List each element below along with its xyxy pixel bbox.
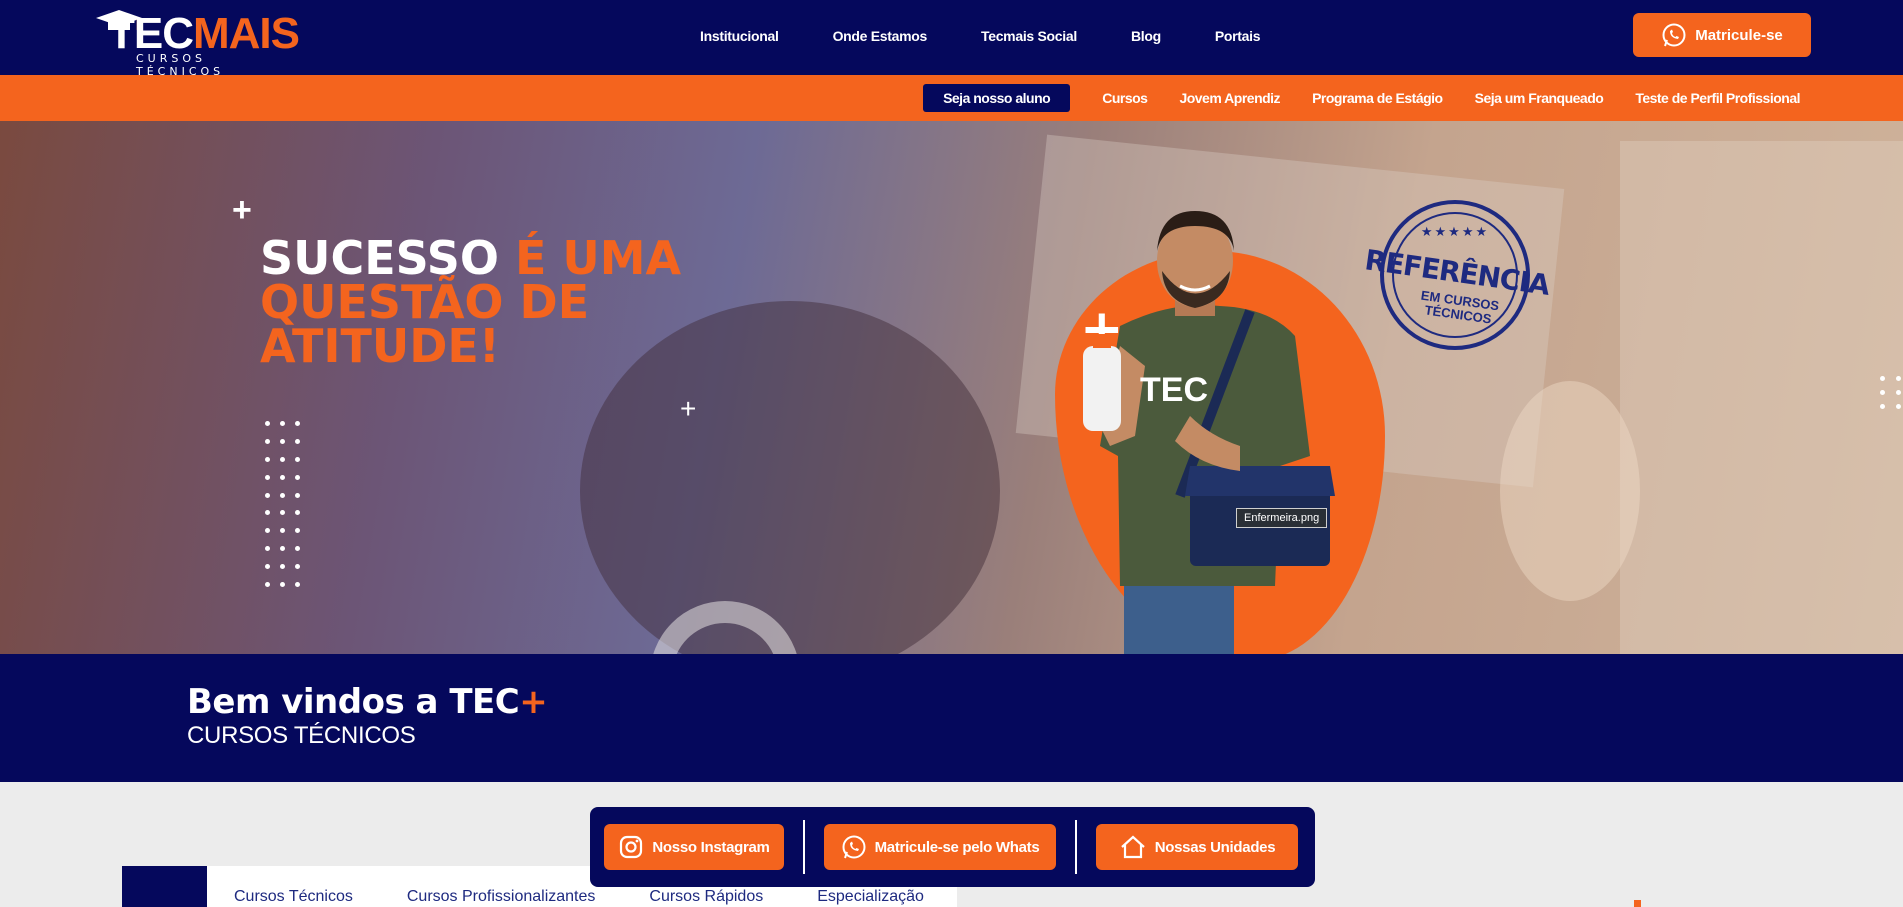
dots-decoration-right [1880, 376, 1902, 409]
nav-institucional[interactable]: Institucional [700, 28, 779, 44]
shirt-logo-text: TEC [1140, 371, 1208, 409]
course-tabs: Cursos Técnicos Cursos Profissionalizant… [234, 888, 978, 906]
seal-stars-icon: ★★★★★ [1420, 224, 1490, 239]
unidades-label: Nossas Unidades [1154, 838, 1276, 856]
subnav-programa-estagio[interactable]: Programa de Estágio [1312, 90, 1443, 106]
logo-wordmark: TECMAIS [108, 9, 300, 58]
hero-headline: SUCESSO É UMA QUESTÃO DE ATITUDE! [260, 235, 681, 373]
subnav-seja-nosso-aluno[interactable]: Seja nosso aluno [923, 84, 1071, 112]
welcome-title-plus: + [519, 682, 548, 722]
student-photo[interactable]: + TEC [1080, 196, 1360, 654]
tab-especializacao[interactable]: Especialização [817, 888, 924, 906]
whatsapp-icon [842, 835, 866, 859]
subnav-cursos[interactable]: Cursos [1102, 90, 1148, 106]
welcome-title: Bem vindos a TEC+ [187, 682, 548, 722]
subnav-seja-franqueado[interactable]: Seja um Franqueado [1475, 90, 1604, 106]
main-nav: Institucional Onde Estamos Tecmais Socia… [700, 28, 1314, 44]
plus-decoration-icon: + [680, 393, 697, 424]
instagram-label: Nosso Instagram [652, 838, 770, 856]
headline-orange-2: QUESTÃO DE [260, 275, 590, 329]
tecmais-logo[interactable]: TECMAIS CURSOS TÉCNICOS [94, 8, 300, 78]
hero-background-panel [1620, 141, 1903, 654]
instagram-icon [620, 835, 643, 859]
instagram-button[interactable]: Nosso Instagram [604, 824, 784, 870]
headline-orange-3: ATITUDE! [260, 319, 500, 373]
logo-tec: TEC [108, 9, 194, 58]
referencia-seal: ★★★★★ REFERÊNCIA EM CURSOS TÉCNICOS [1363, 200, 1551, 350]
tab-cursos-tecnicos[interactable]: Cursos Técnicos [234, 888, 353, 906]
welcome-section: Bem vindos a TEC+ CURSOS TÉCNICOS [0, 654, 1903, 782]
top-header: TECMAIS CURSOS TÉCNICOS Institucional On… [0, 0, 1903, 78]
subnav-jovem-aprendiz[interactable]: Jovem Aprendiz [1179, 90, 1280, 106]
hero-banner: + + SUCESSO É UMA QUESTÃO DE ATITUDE! + [0, 121, 1903, 654]
orange-corner-decoration [1634, 900, 1641, 907]
tab-cursos-profissionalizantes[interactable]: Cursos Profissionalizantes [407, 888, 596, 906]
tab-cursos-rapidos[interactable]: Cursos Rápidos [649, 888, 763, 906]
action-divider [1075, 820, 1077, 874]
unidades-button[interactable]: Nossas Unidades [1096, 824, 1298, 870]
nav-portais[interactable]: Portais [1215, 28, 1261, 44]
home-icon [1120, 835, 1145, 859]
sub-header: Seja nosso aluno Cursos Jovem Aprendiz P… [0, 75, 1903, 121]
nav-onde-estamos[interactable]: Onde Estamos [833, 28, 928, 44]
course-tabs-marker [122, 866, 207, 907]
nav-blog[interactable]: Blog [1131, 28, 1161, 44]
sub-nav: Seja nosso aluno Cursos Jovem Aprendiz P… [923, 84, 1800, 112]
nav-tecmais-social[interactable]: Tecmais Social [981, 28, 1077, 44]
image-filename-tooltip: Enfermeira.png [1236, 508, 1328, 528]
matricule-button[interactable]: Matricule-se [1633, 13, 1811, 57]
subnav-teste-perfil[interactable]: Teste de Perfil Profissional [1635, 90, 1800, 106]
dots-decoration [265, 421, 305, 591]
logo-mais: MAIS [193, 9, 300, 58]
plus-decoration-icon: + [232, 191, 252, 229]
matricule-label: Matricule-se [1695, 26, 1783, 44]
hero-background-hand [1500, 381, 1640, 601]
whatsapp-icon [1662, 23, 1686, 47]
whats-button[interactable]: Matricule-se pelo Whats [824, 824, 1056, 870]
quick-actions-bar: Nosso Instagram Matricule-se pelo Whats … [590, 807, 1315, 887]
whats-label: Matricule-se pelo Whats [874, 838, 1040, 856]
action-divider [803, 820, 805, 874]
welcome-subtitle: CURSOS TÉCNICOS [187, 722, 416, 749]
welcome-title-text: Bem vindos a TEC [187, 682, 520, 722]
